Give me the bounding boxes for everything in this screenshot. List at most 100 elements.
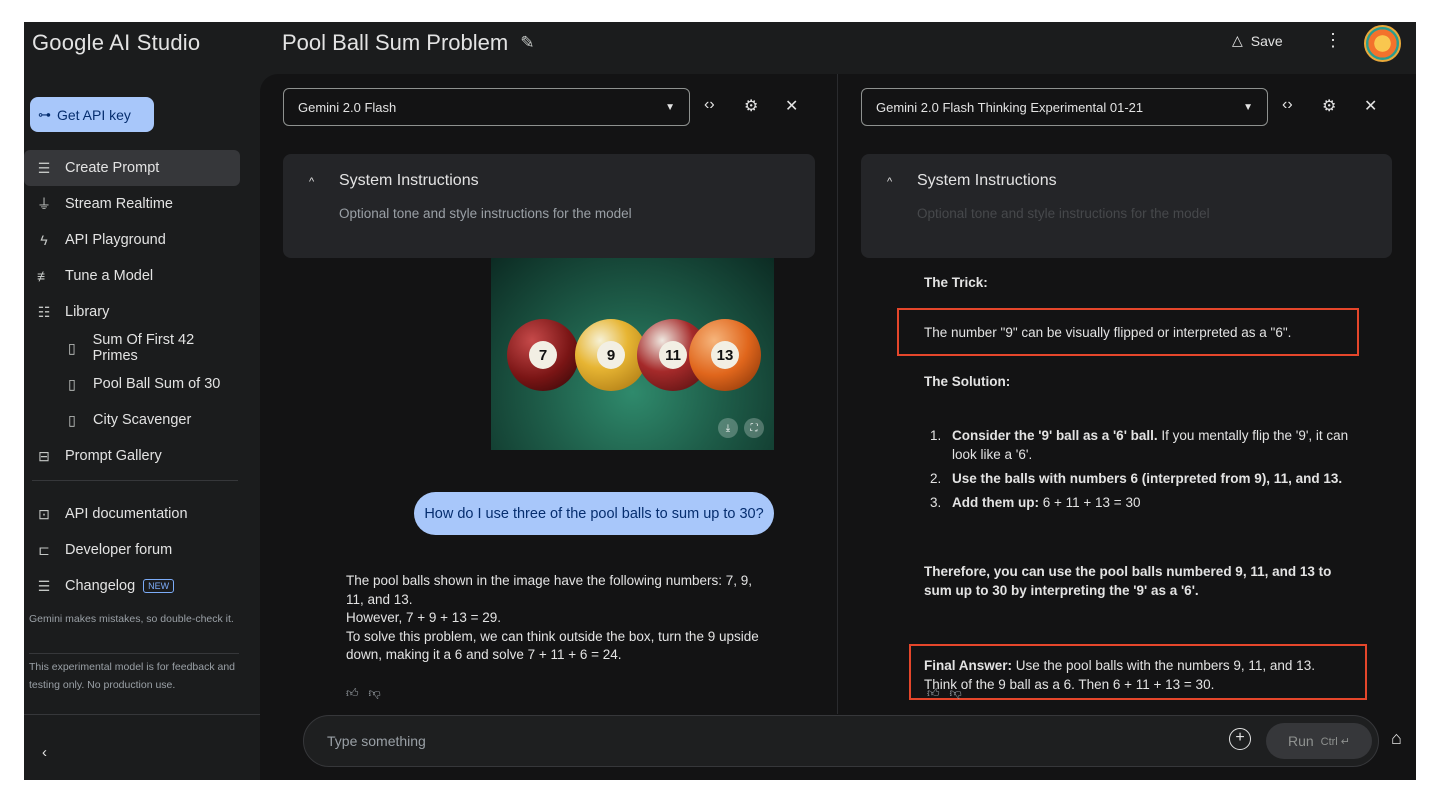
thumbs-up-icon[interactable]: 👍︎ [346,686,359,701]
right-model-value: Gemini 2.0 Flash Thinking Experimental 0… [876,99,1144,115]
gallery-icon: ⊟ [38,447,50,464]
prompt-input[interactable]: Type something [327,733,426,749]
sidebar-item-label: API Playground [65,232,166,248]
prompt-input-bar[interactable]: Type something + Run Ctrl ↵ [303,715,1379,767]
left-code-icon[interactable]: ‹› [704,96,715,114]
chevron-up-icon[interactable]: ^ [887,176,892,188]
sidebar-item-city-scavenger[interactable]: ▯ City Scavenger [24,402,240,438]
ball-number: 11 [659,341,687,369]
therefore-text: Therefore, you can use the pool balls nu… [924,564,1332,598]
sidebar-item-stream-realtime[interactable]: ⏚ Stream Realtime [24,186,240,222]
save-button[interactable]: △ Save [1232,32,1283,49]
sidebar-item-create-prompt[interactable]: ☰ Create Prompt [24,150,240,186]
sidebar-divider [32,480,238,481]
sidebar-bottom-divider [24,714,260,715]
response-line: The pool balls shown in the image have t… [346,573,752,607]
sidebar: Google AI Studio ⊶ Get API key ☰ Create … [24,22,260,780]
collapse-sidebar-icon[interactable]: ‹ [42,744,47,761]
trick-heading: The Trick: [924,275,988,290]
thumbs-up-icon[interactable]: 👍︎ [927,686,940,701]
step-text: 6 + 11 + 13 = 30 [1039,495,1141,510]
run-button[interactable]: Run Ctrl ↵ [1266,723,1372,759]
key-icon: ⊶ [38,106,51,122]
sidebar-item-prompt-gallery[interactable]: ⊟ Prompt Gallery [24,438,240,474]
more-options-icon[interactable]: ⋮ [1324,30,1342,51]
sidebar-link-label: API documentation [65,506,188,522]
right-code-icon[interactable]: ‹› [1282,96,1293,114]
sidebar-item-sum-of-first-42-primes[interactable]: ▯ Sum Of First 42 Primes [24,330,240,366]
compare-panel: Gemini 2.0 Flash ▼ ‹› ⚙ ✕ Gemini 2.0 Fla… [260,74,1416,780]
add-icon[interactable]: + [1229,728,1251,750]
left-system-instructions[interactable]: ^ System Instructions Optional tone and … [283,154,815,258]
right-system-instructions[interactable]: ^ System Instructions Optional tone and … [861,154,1392,258]
system-instructions-placeholder[interactable]: Optional tone and style instructions for… [339,206,632,221]
trick-text: The number "9" can be visually flipped o… [924,325,1292,340]
sidebar-item-api-playground[interactable]: ϟ API Playground [24,222,240,258]
forum-icon: ⊏ [38,541,50,558]
library-icon: ☷ [37,303,51,320]
right-model-select[interactable]: Gemini 2.0 Flash Thinking Experimental 0… [861,88,1268,126]
sidebar-link-label: Changelog [65,578,136,594]
pool-balls-image: 7 9 11 13 ⤓ ⛶ [491,258,774,450]
edit-title-icon[interactable]: ✎ [520,33,534,53]
thumbs-down-icon[interactable]: 👎︎ [369,686,381,701]
app-window: Google AI Studio ⊶ Get API key ☰ Create … [24,22,1416,780]
sidebar-item-label: Tune a Model [65,268,154,284]
changelog-icon: ☰ [37,577,51,594]
left-model-response: The pool balls shown in the image have t… [346,572,766,665]
run-shortcut: Ctrl ↵ [1320,735,1351,748]
left-close-icon[interactable]: ✕ [785,96,798,116]
avatar[interactable] [1364,25,1401,62]
step-number: 2. [930,471,942,486]
sidebar-item-pool-ball-sum-of-30[interactable]: ▯ Pool Ball Sum of 30 [24,366,240,402]
step-number: 1. [930,428,942,443]
sidebar-item-label: Sum Of First 42 Primes [92,332,195,364]
sidebar-link-changelog[interactable]: ☰ Changelog NEW [24,568,240,604]
get-api-key-button[interactable]: ⊶ Get API key [30,97,154,132]
system-instructions-title[interactable]: System Instructions [339,172,479,190]
sidebar-item-label: Pool Ball Sum of 30 [93,376,221,392]
tune-icon: ≢ [37,268,51,284]
ball-number: 13 [711,341,739,369]
system-instructions-title[interactable]: System Instructions [917,172,1057,190]
sidebar-item-library[interactable]: ☷ Library [24,294,240,330]
create-prompt-icon: ☰ [37,159,51,176]
list-item: 2. Use the balls with numbers 6 (interpr… [930,469,1360,488]
file-icon: ▯ [68,411,76,428]
left-model-select[interactable]: Gemini 2.0 Flash ▼ [283,88,690,126]
right-settings-icon[interactable]: ⚙ [1322,96,1336,116]
user-message: How do I use three of the pool balls to … [414,492,774,535]
download-icon[interactable]: ⤓ [718,418,738,438]
list-item: 3. Add them up: 6 + 11 + 13 = 30 [930,493,1360,512]
disclaimer-note: Gemini makes mistakes, so double-check i… [29,613,234,625]
response-line: To solve this problem, we can think outs… [346,628,759,663]
microphone-icon: ⏚ [37,196,51,212]
brand-logo[interactable]: Google AI Studio [32,30,200,56]
sidebar-links: ⊡ API documentation ⊏ Developer forum ☰ … [24,496,240,604]
chevron-up-icon[interactable]: ^ [309,176,314,188]
fullscreen-icon[interactable]: ⛶ [744,418,764,438]
left-feedback: 👍︎ 👎︎ [346,686,381,701]
file-icon: ▯ [68,375,76,392]
solution-heading: The Solution: [924,374,1011,389]
page-title-text: Pool Ball Sum Problem [282,30,509,55]
thumbs-down-icon[interactable]: 👎︎ [950,686,962,701]
ball-number: 9 [597,341,625,369]
sidebar-item-label: Library [65,304,110,320]
final-answer: Final Answer: Use the pool balls with th… [924,656,1344,694]
sidebar-link-label: Developer forum [65,542,173,558]
left-settings-icon[interactable]: ⚙ [744,96,758,116]
docs-icon: ⊡ [38,505,50,522]
final-answer-label: Final Answer: [924,658,1013,673]
sidebar-link-developer-forum[interactable]: ⊏ Developer forum [24,532,240,568]
clear-chat-icon[interactable]: ⌂ [1391,728,1402,749]
sidebar-nav: ☰ Create Prompt ⏚ Stream Realtime ϟ API … [24,150,240,485]
right-close-icon[interactable]: ✕ [1364,96,1377,116]
step-number: 3. [930,495,942,510]
sidebar-link-api-documentation[interactable]: ⊡ API documentation [24,496,240,532]
solution-steps: 1. Consider the '9' ball as a '6' ball. … [930,426,1360,517]
sidebar-item-tune-a-model[interactable]: ≢ Tune a Model [24,258,240,294]
column-divider [837,74,838,714]
system-instructions-placeholder[interactable]: Optional tone and style instructions for… [917,206,1210,221]
sidebar-item-label: Prompt Gallery [65,448,162,464]
